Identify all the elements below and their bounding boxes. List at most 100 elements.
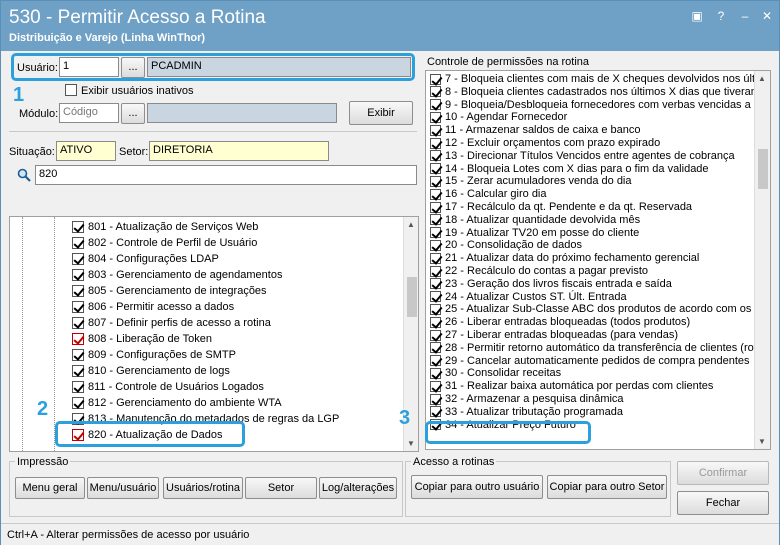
copy-to-setor-button[interactable]: Copiar para outro Setor	[547, 475, 667, 499]
tree-item[interactable]: 808 - Liberação de Token	[72, 333, 212, 349]
permission-item[interactable]: 20 - Consolidação de dados	[430, 239, 582, 252]
tree-item-checkbox[interactable]	[72, 269, 84, 282]
permission-item[interactable]: 10 - Agendar Fornecedor	[430, 111, 567, 124]
permission-checkbox[interactable]	[430, 380, 441, 392]
permission-item[interactable]: 18 - Atualizar quantidade devolvida mês	[430, 214, 640, 227]
copy-to-user-button[interactable]: Copiar para outro usuário	[411, 475, 543, 499]
print-menu-usuario-button[interactable]: Menu/usuário	[87, 477, 159, 499]
permission-item[interactable]: 24 - Atualizar Custos ST. Últ. Entrada	[430, 291, 627, 304]
print-setor-button[interactable]: Setor	[245, 477, 317, 499]
tree-item[interactable]: 811 - Controle de Usuários Logados	[72, 381, 264, 397]
help-icon[interactable]: ?	[713, 9, 729, 23]
permission-item[interactable]: 12 - Excluir orçamentos com prazo expira…	[430, 137, 660, 150]
permission-item[interactable]: 31 - Realizar baixa automática por perda…	[430, 380, 713, 393]
permission-item[interactable]: 13 - Direcionar Títulos Vencidos entre a…	[430, 150, 735, 163]
permission-checkbox[interactable]	[430, 86, 441, 98]
permission-item[interactable]: 17 - Recálculo da qt. Pendente e da qt. …	[430, 201, 692, 214]
permission-checkbox[interactable]	[430, 150, 441, 162]
permission-checkbox[interactable]	[430, 214, 441, 226]
tree-item[interactable]: 805 - Gerenciamento de integrações	[72, 285, 267, 301]
permission-item[interactable]: 29 - Cancelar automaticamente pedidos de…	[430, 355, 750, 368]
permission-item[interactable]: 22 - Recálculo do contas a pagar previst…	[430, 265, 648, 278]
modulo-code-input[interactable]: Código	[59, 103, 119, 123]
permission-checkbox[interactable]	[430, 367, 441, 379]
tree-item[interactable]: 809 - Configurações de SMTP	[72, 349, 236, 365]
close-icon[interactable]: ✕	[759, 9, 775, 23]
permission-item[interactable]: 8 - Bloqueia clientes cadastrados nos úl…	[430, 86, 760, 99]
permission-checkbox[interactable]	[430, 227, 441, 239]
permission-checkbox[interactable]	[430, 111, 441, 123]
permission-item[interactable]: 32 - Armazenar a pesquisa dinâmica	[430, 393, 624, 406]
permission-checkbox[interactable]	[430, 252, 441, 264]
tree-item[interactable]: 804 - Configurações LDAP	[72, 253, 219, 269]
permission-item[interactable]: 28 - Permitir retorno automático da tran…	[430, 342, 757, 355]
tree-item[interactable]: 807 - Definir perfis de acesso a rotina	[72, 317, 271, 333]
permission-checkbox[interactable]	[430, 316, 441, 328]
permission-checkbox[interactable]	[430, 303, 441, 315]
tree-item-checkbox[interactable]	[72, 381, 84, 394]
permission-checkbox[interactable]	[430, 278, 441, 290]
tree-item-checkbox[interactable]	[72, 333, 84, 346]
permission-checkbox[interactable]	[430, 188, 441, 200]
print-usuarios-rotina-button[interactable]: Usuários/rotina	[163, 477, 243, 499]
tree-item-checkbox[interactable]	[72, 253, 84, 266]
permission-item[interactable]: 23 - Geração dos livros fiscais entrada …	[430, 278, 672, 291]
inactive-users-checkbox[interactable]	[65, 84, 77, 97]
permission-checkbox[interactable]	[430, 406, 441, 418]
permission-item[interactable]: 16 - Calcular giro dia	[430, 188, 547, 201]
print-menu-geral-button[interactable]: Menu geral	[15, 477, 85, 499]
exibir-button[interactable]: Exibir	[349, 101, 413, 125]
permission-checkbox[interactable]	[430, 137, 441, 149]
permission-item[interactable]: 33 - Atualizar tributação programada	[430, 406, 623, 419]
permission-checkbox[interactable]	[430, 239, 441, 251]
tree-item[interactable]: 812 - Gerenciamento do ambiente WTA	[72, 397, 282, 413]
tree-item[interactable]: 801 - Atualização de Serviços Web	[72, 221, 258, 237]
modulo-lookup-button[interactable]: ...	[121, 103, 145, 124]
tree-item-checkbox[interactable]	[72, 365, 84, 378]
permission-checkbox[interactable]	[430, 393, 441, 405]
search-input[interactable]: 820	[35, 165, 417, 185]
scroll-down-icon[interactable]: ▼	[407, 439, 415, 448]
tree-item-checkbox[interactable]	[72, 349, 84, 362]
perm-scroll-down-icon[interactable]: ▼	[758, 437, 766, 446]
tree-item[interactable]: 806 - Permitir acesso a dados	[72, 301, 234, 317]
permission-item[interactable]: 21 - Atualizar data do próximo fechament…	[430, 252, 699, 265]
permission-checkbox[interactable]	[430, 291, 441, 303]
tree-item-checkbox[interactable]	[72, 237, 84, 250]
permission-checkbox[interactable]	[430, 163, 441, 175]
tree-item-checkbox[interactable]	[72, 317, 84, 330]
permission-item[interactable]: 27 - Liberar entradas bloqueadas (para v…	[430, 329, 678, 342]
permissions-scrollbar[interactable]: ▲ ▼	[754, 71, 770, 449]
perm-scroll-up-icon[interactable]: ▲	[758, 74, 766, 83]
tree-item-checkbox[interactable]	[72, 285, 84, 298]
tree-item-checkbox[interactable]	[72, 397, 84, 410]
permission-item[interactable]: 9 - Bloqueia/Desbloqueia fornecedores co…	[430, 99, 763, 112]
permission-item[interactable]: 26 - Liberar entradas bloqueadas (todos …	[430, 316, 690, 329]
minimize-icon[interactable]: –	[737, 9, 753, 23]
permission-item[interactable]: 19 - Atualizar TV20 em posse do cliente	[430, 227, 639, 240]
tree-item[interactable]: 802 - Controle de Perfil de Usuário	[72, 237, 257, 253]
print-log-alteracoes-button[interactable]: Log/alterações	[319, 477, 397, 499]
permission-checkbox[interactable]	[430, 175, 441, 187]
tree-item-checkbox[interactable]	[72, 301, 84, 314]
permission-item[interactable]: 7 - Bloqueia clientes com mais de X cheq…	[430, 73, 767, 86]
permission-checkbox[interactable]	[430, 265, 441, 277]
permission-item[interactable]: 15 - Zerar acumuladores venda do dia	[430, 175, 632, 188]
tree-scroll-thumb[interactable]	[407, 277, 417, 317]
tree-item[interactable]: 803 - Gerenciamento de agendamentos	[72, 269, 282, 285]
permission-checkbox[interactable]	[430, 355, 441, 367]
permission-checkbox[interactable]	[430, 201, 441, 213]
fechar-button[interactable]: Fechar	[677, 491, 769, 515]
tree-item-checkbox[interactable]	[72, 221, 84, 234]
tree-item[interactable]: 810 - Gerenciamento de logs	[72, 365, 230, 381]
confirmar-button[interactable]: Confirmar	[677, 461, 769, 485]
permission-checkbox[interactable]	[430, 329, 441, 341]
permission-checkbox[interactable]	[430, 342, 441, 354]
permission-item[interactable]: 14 - Bloqueia Lotes com X dias para o fi…	[430, 163, 709, 176]
maximize-icon[interactable]: ▣	[689, 9, 705, 23]
permission-item[interactable]: 25 - Atualizar Sub-Classe ABC dos produt…	[430, 303, 767, 316]
permission-item[interactable]: 30 - Consolidar receitas	[430, 367, 561, 380]
permissions-scroll-thumb[interactable]	[758, 149, 768, 189]
permission-checkbox[interactable]	[430, 73, 441, 85]
permission-item[interactable]: 11 - Armazenar saldos de caixa e banco	[430, 124, 640, 137]
